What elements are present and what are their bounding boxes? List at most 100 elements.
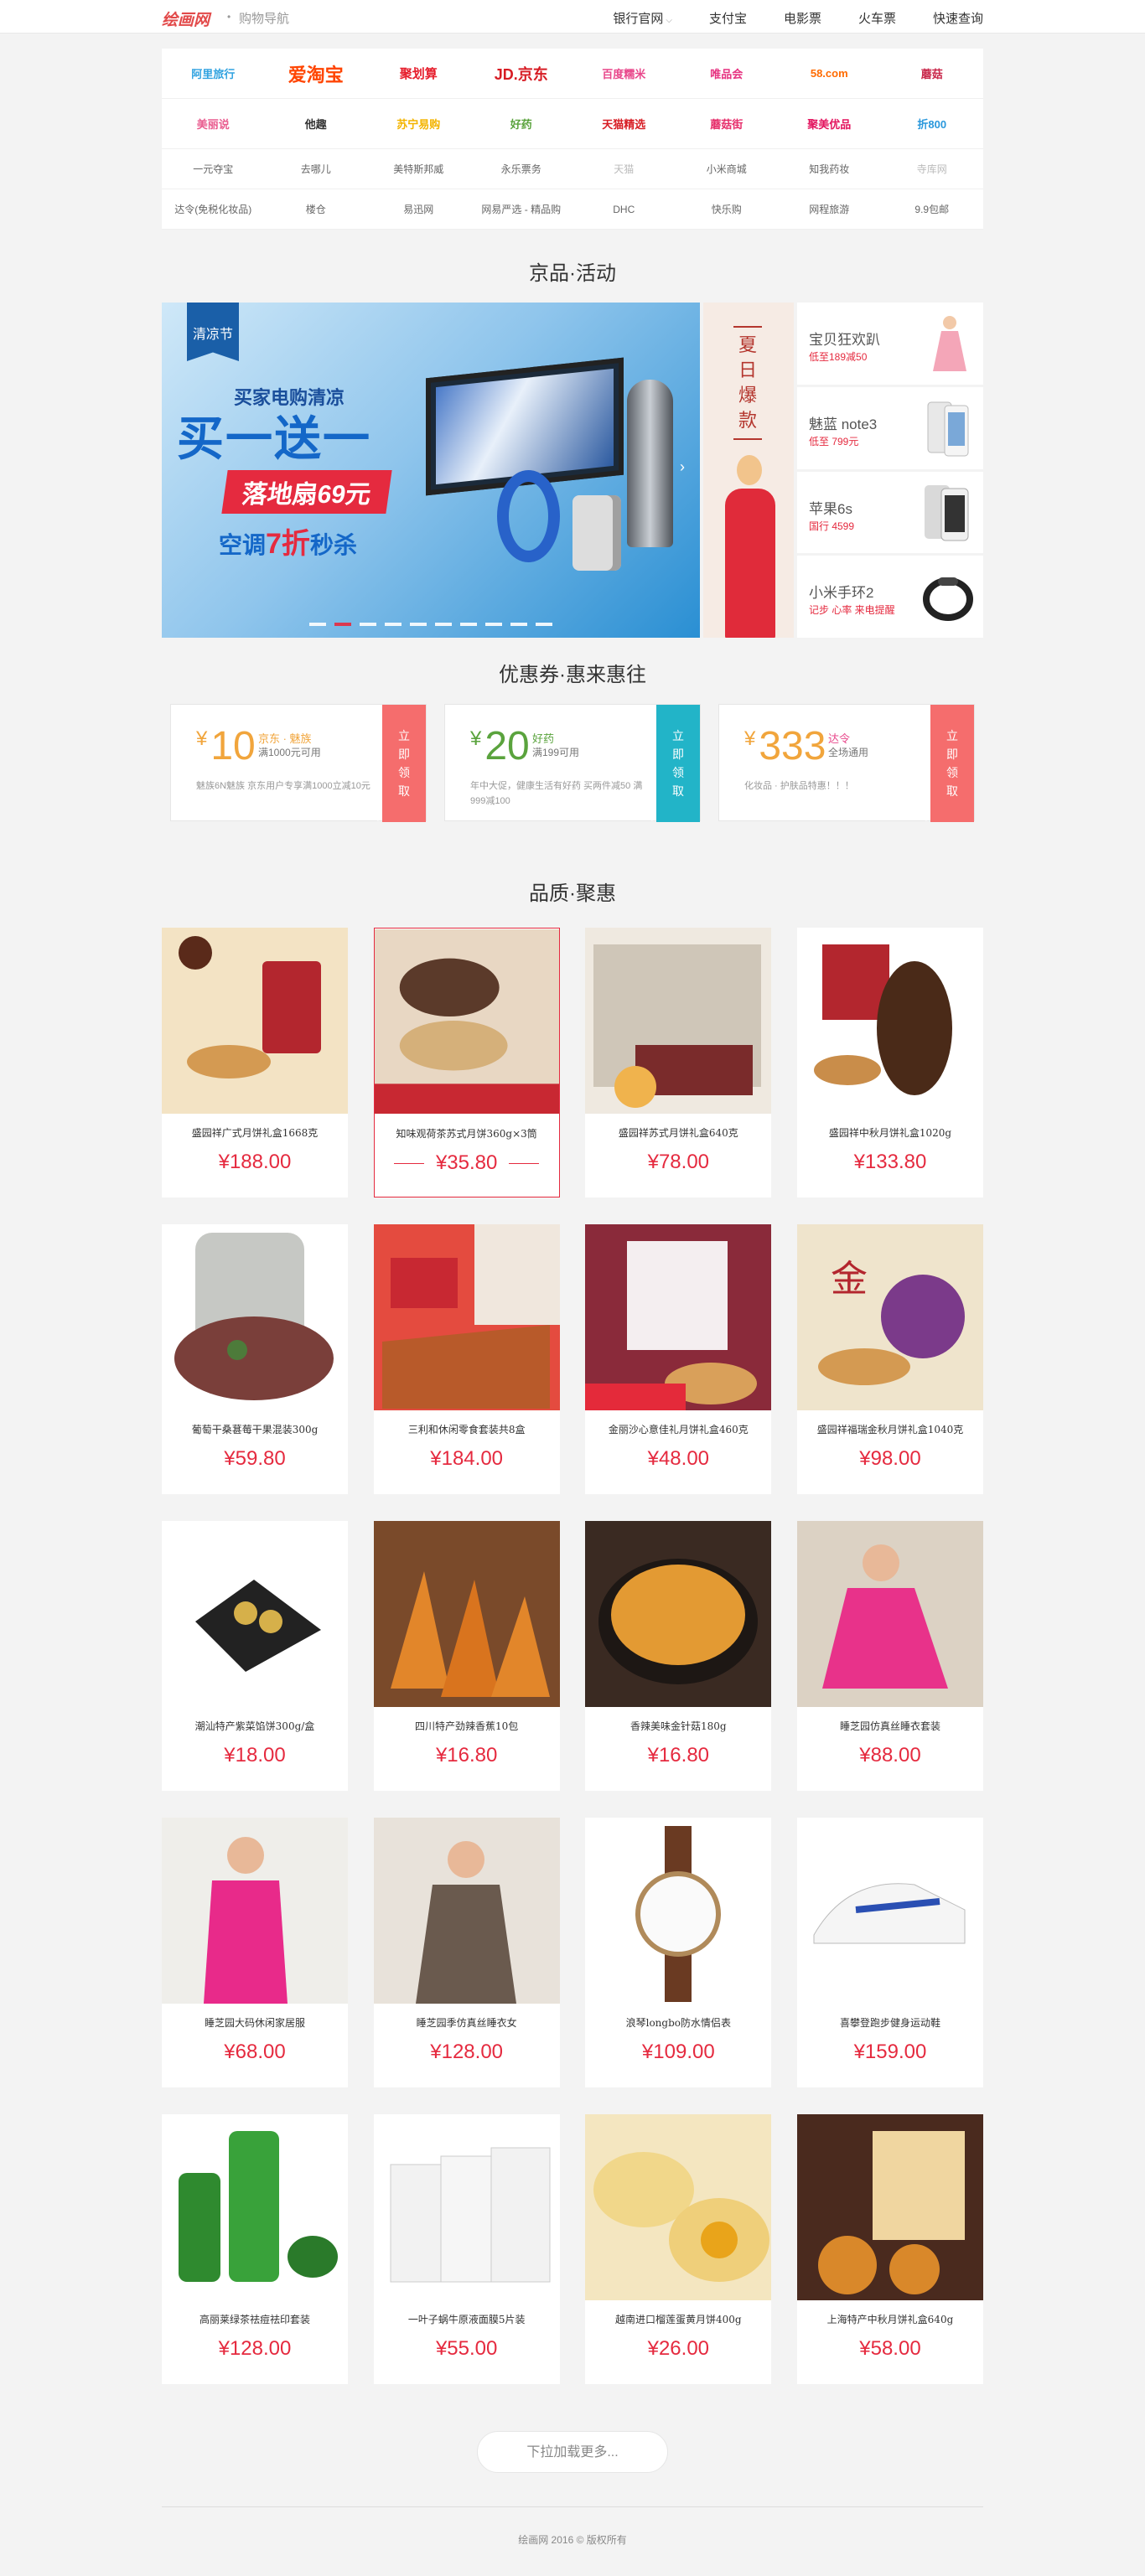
product-card[interactable]: 越南进口榴莲蛋黄月饼400g ¥26.00 (585, 2114, 772, 2384)
side-good-item[interactable]: 宝贝狂欢趴 低至189减50 (797, 303, 983, 385)
site-link[interactable]: 9.9包邮 (881, 189, 984, 229)
site-link[interactable]: 折800 (881, 99, 984, 148)
carousel-dot[interactable] (510, 623, 527, 626)
product-card[interactable]: 香辣美味金针菇180g ¥16.80 (585, 1521, 772, 1791)
product-card[interactable]: 盛园祥广式月饼礼盒1668克 ¥188.00 (162, 928, 348, 1197)
side-good-item[interactable]: 苹果6s 国行 4599 (797, 471, 983, 554)
product-card[interactable]: 一叶子蜗牛原液面膜5片装 ¥55.00 (373, 2114, 560, 2384)
product-card[interactable]: 上海特产中秋月饼礼盒640g ¥58.00 (796, 2114, 983, 2384)
product-image (585, 1818, 772, 2004)
nav-bank[interactable]: 银行官网 ⌵ (613, 9, 672, 27)
carousel-dot-active[interactable] (334, 623, 351, 626)
carousel-dot[interactable] (460, 623, 477, 626)
site-link[interactable]: 聚美优品 (778, 99, 881, 148)
product-card[interactable]: 金 盛园祥福瑞金秋月饼礼盒1040克 ¥98.00 (796, 1224, 983, 1494)
site-link[interactable]: 天猫精选 (572, 99, 676, 148)
site-link[interactable]: 苏宁易购 (367, 99, 470, 148)
load-more-button[interactable]: 下拉加载更多... (477, 2431, 668, 2473)
site-link[interactable]: 永乐票务 (470, 149, 573, 189)
carousel-dot[interactable] (485, 623, 502, 626)
site-link[interactable]: 易迅网 (367, 189, 470, 229)
carousel-dot[interactable] (360, 623, 376, 626)
product-card[interactable]: 知味观荷茶苏式月饼360g×3筒 ¥35.80 (373, 928, 560, 1197)
carousel-dot[interactable] (435, 623, 452, 626)
nav-quick-query[interactable]: 快速查询 (933, 9, 983, 27)
site-link[interactable]: 百度糯米 (572, 49, 676, 98)
product-card[interactable]: 喜攀登跑步健身运动鞋 ¥159.00 (796, 1818, 983, 2087)
product-name: 喜攀登跑步健身运动鞋 (839, 2017, 940, 2029)
product-price: ¥128.00 (430, 2041, 504, 2063)
product-image (585, 2114, 772, 2300)
product-price: ¥68.00 (224, 2041, 286, 2063)
nav-train-ticket[interactable]: 火车票 (858, 9, 896, 27)
site-link[interactable]: 美丽说 (162, 99, 265, 148)
promo-banner[interactable]: 清凉节 买家电购清凉 买一送一 落地扇69元 空调7折秒杀 › (162, 303, 700, 638)
site-link[interactable]: 天猫 (572, 149, 676, 189)
side-goods-list: 宝贝狂欢趴 低至189减50 魅蓝 note3 低至 799元 苹果6s 国行 … (797, 303, 983, 638)
site-link[interactable]: 快乐购 (676, 189, 779, 229)
site-link[interactable]: 聚划算 (367, 49, 470, 98)
product-card[interactable]: 潮汕特产紫菜馅饼300g/盒 ¥18.00 (162, 1521, 348, 1791)
product-image: 金 (796, 1224, 983, 1410)
product-price: ¥159.00 (853, 2041, 927, 2063)
product-card[interactable]: 浪琴longbo防水情侣表 ¥109.00 (585, 1818, 772, 2087)
product-price: ¥16.80 (435, 1744, 498, 1766)
product-image (585, 1224, 772, 1410)
site-link[interactable]: DHC (572, 189, 676, 229)
carousel-dot[interactable] (309, 623, 326, 626)
claim-coupon-button[interactable]: 立即领取 (377, 705, 426, 822)
chevron-right-icon[interactable]: › (680, 458, 685, 476)
site-logo[interactable]: 绘画网 (162, 8, 210, 30)
site-link[interactable]: 网易严选 - 精品购 (470, 189, 573, 229)
product-name: 睡芝园仿真丝睡衣套装 (839, 1720, 940, 1732)
product-price: ¥35.80 (375, 1151, 559, 1175)
product-card[interactable]: 睡芝园仿真丝睡衣套装 ¥88.00 (796, 1521, 983, 1791)
site-link[interactable]: 蘑菇 (881, 49, 984, 98)
claim-coupon-button[interactable]: 立即领取 (651, 705, 700, 822)
site-link[interactable]: 楼仓 (265, 189, 368, 229)
product-card[interactable]: 金丽沙心意佳礼月饼礼盒460克 ¥48.00 (585, 1224, 772, 1494)
product-card[interactable]: 盛园祥苏式月饼礼盒640克 ¥78.00 (585, 928, 772, 1197)
activity-area: 清凉节 买家电购清凉 买一送一 落地扇69元 空调7折秒杀 › 夏日爆款 宝贝狂… (162, 303, 983, 638)
site-link[interactable]: 达令(免税化妆品) (162, 189, 265, 229)
site-link[interactable]: 58.com (778, 49, 881, 98)
site-link[interactable]: 网程旅游 (778, 189, 881, 229)
site-link[interactable]: 阿里旅行 (162, 49, 265, 98)
carousel-dot[interactable] (410, 623, 427, 626)
phone-image (927, 401, 969, 457)
child-dress-image (933, 316, 966, 371)
site-link[interactable]: 他趣 (265, 99, 368, 148)
side-good-item[interactable]: 魅蓝 note3 低至 799元 (797, 386, 983, 469)
site-link[interactable]: 蘑菇街 (676, 99, 779, 148)
product-card[interactable]: 盛园祥中秋月饼礼盒1020g ¥133.80 (796, 928, 983, 1197)
product-card[interactable]: 三利和休闲零食套装共8盒 ¥184.00 (373, 1224, 560, 1494)
site-link[interactable]: 唯品会 (676, 49, 779, 98)
carousel-dot[interactable] (536, 623, 552, 626)
site-link[interactable]: JD.京东 (470, 49, 573, 98)
product-card[interactable]: 高丽莱绿茶祛痘祛印套装 ¥128.00 (162, 2114, 348, 2384)
summer-hot-promo[interactable]: 夏日爆款 (703, 303, 794, 638)
carousel-dot[interactable] (385, 623, 402, 626)
top-bar: 绘画网 • 购物导航 银行官网 ⌵ 支付宝 电影票 火车票 快速查询 (0, 0, 1145, 34)
site-link[interactable]: 小米商城 (676, 149, 779, 189)
nav-alipay[interactable]: 支付宝 (709, 9, 747, 27)
nav-movie-ticket[interactable]: 电影票 (784, 9, 821, 27)
side-good-item[interactable]: 小米手环2 记步 心率 来电提醒 (797, 556, 983, 638)
site-link[interactable]: 美特斯邦威 (367, 149, 470, 189)
product-card[interactable]: 睡芝园大码休闲家居服 ¥68.00 (162, 1818, 348, 2087)
site-link[interactable]: 好药 (470, 99, 573, 148)
product-card[interactable]: 葡萄干桑葚莓干果混装300g ¥59.80 (162, 1224, 348, 1494)
site-link[interactable]: 知我药妆 (778, 149, 881, 189)
site-link[interactable]: 爱淘宝 (265, 49, 368, 98)
product-image (796, 928, 983, 1114)
site-link[interactable]: 寺库网 (881, 149, 984, 189)
chevron-down-icon: ⌵ (666, 16, 672, 25)
text-row-2: 达令(免税化妆品) 楼仓 易迅网 网易严选 - 精品购 DHC 快乐购 网程旅游… (162, 189, 983, 230)
site-link[interactable]: 去哪儿 (265, 149, 368, 189)
product-card[interactable]: 四川特产劲辣香蕉10包 ¥16.80 (373, 1521, 560, 1791)
product-image (373, 1818, 560, 2004)
product-image (796, 1818, 983, 2004)
site-link[interactable]: 一元夺宝 (162, 149, 265, 189)
product-card[interactable]: 睡芝园季仿真丝睡衣女 ¥128.00 (373, 1818, 560, 2087)
claim-coupon-button[interactable]: 立即领取 (925, 705, 974, 822)
